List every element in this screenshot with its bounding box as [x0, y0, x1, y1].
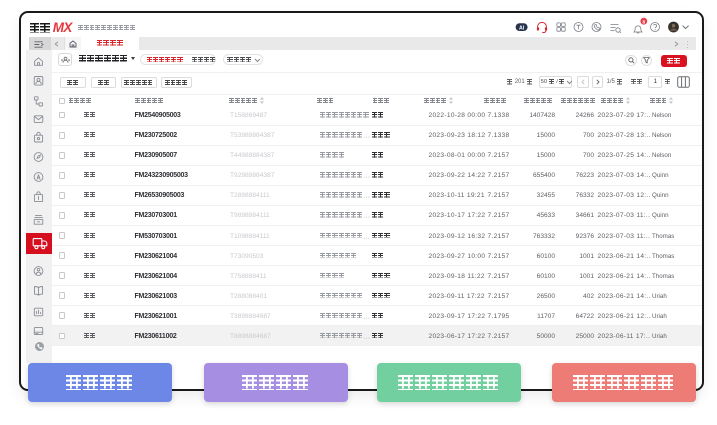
svg-text:AI: AI — [519, 25, 525, 31]
svg-text:8: 8 — [643, 19, 646, 24]
